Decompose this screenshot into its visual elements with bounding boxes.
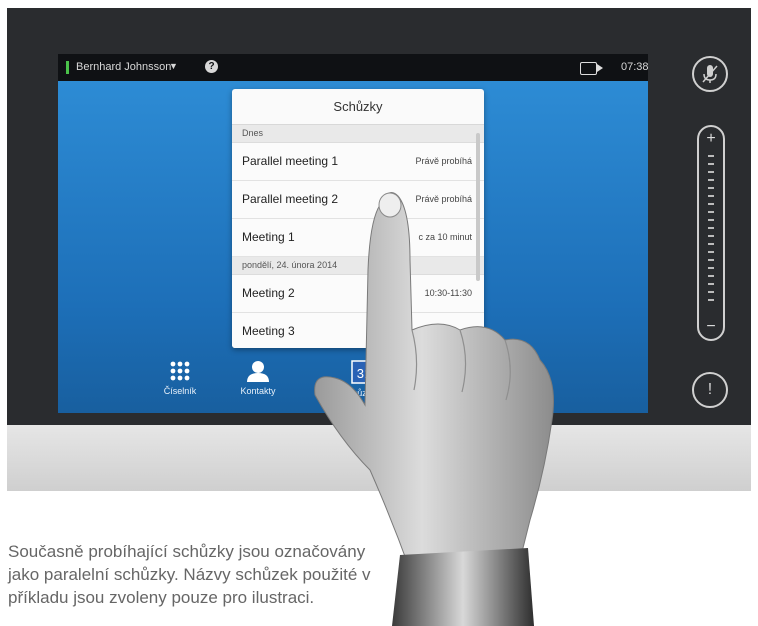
meeting-status: Právě probíhá bbox=[415, 194, 472, 204]
volume-tick bbox=[708, 179, 714, 181]
volume-tick bbox=[708, 219, 714, 221]
meeting-row[interactable]: Meeting 1 c za 10 minut bbox=[232, 219, 484, 257]
chevron-down-icon[interactable]: ▼ bbox=[169, 61, 178, 71]
caption-clip: Současně probíhající schůzky jsou označo… bbox=[0, 540, 420, 626]
meeting-name: Meeting 2 bbox=[242, 286, 295, 300]
volume-tick bbox=[708, 187, 714, 189]
volume-tick bbox=[708, 251, 714, 253]
volume-tick bbox=[708, 171, 714, 173]
section-header: Dnes bbox=[232, 125, 484, 143]
mute-microphone-button[interactable] bbox=[692, 56, 728, 92]
calendar-icon: 31 bbox=[351, 360, 377, 384]
contacts-label: Kontakty bbox=[240, 386, 276, 396]
dialer-button[interactable]: Číselník bbox=[140, 360, 220, 396]
meeting-row[interactable]: Parallel meeting 2 Právě probíhá bbox=[232, 181, 484, 219]
calendar-day: 31 bbox=[357, 366, 371, 381]
volume-tick bbox=[708, 291, 714, 293]
alert-button[interactable]: ! bbox=[692, 372, 728, 408]
contacts-button[interactable]: Kontakty bbox=[218, 360, 298, 396]
section-header: pondělí, 24. února 2014 bbox=[232, 257, 484, 275]
volume-slider[interactable]: + − bbox=[697, 125, 725, 341]
microphone-muted-icon bbox=[702, 65, 718, 83]
volume-tick bbox=[708, 195, 714, 197]
meetings-dialog: Schůzky Dnes Parallel meeting 1 Právě pr… bbox=[232, 89, 484, 348]
touch-screen: Bernhard Johnsson ▼ ? 07:38 Schůzky Dnes… bbox=[58, 54, 648, 413]
meeting-name: Parallel meeting 1 bbox=[242, 154, 339, 168]
clock: 07:38 bbox=[621, 61, 648, 73]
meeting-status: 10:30-11:30 bbox=[424, 288, 472, 298]
volume-up-icon[interactable]: + bbox=[699, 131, 723, 147]
volume-tick bbox=[708, 227, 714, 229]
meeting-status: c za 10 minut bbox=[418, 232, 472, 242]
meeting-row[interactable]: Meeting 2 10:30-11:30 bbox=[232, 275, 484, 313]
dialog-title: Schůzky bbox=[232, 89, 484, 125]
keypad-icon bbox=[170, 361, 190, 381]
caption-text: Současně probíhající schůzky jsou označo… bbox=[8, 542, 371, 607]
volume-tick bbox=[708, 275, 714, 277]
volume-down-icon[interactable]: − bbox=[699, 319, 723, 335]
alert-icon: ! bbox=[707, 381, 713, 398]
meeting-name: Meeting 3 bbox=[242, 324, 295, 338]
meeting-name: Meeting 1 bbox=[242, 230, 295, 244]
dialer-label: Číselník bbox=[163, 386, 197, 396]
help-icon[interactable]: ? bbox=[205, 60, 218, 73]
meeting-name: Parallel meeting 2 bbox=[242, 192, 339, 206]
device-base bbox=[7, 425, 751, 491]
meeting-row[interactable]: Meeting 3 bbox=[232, 313, 484, 348]
volume-tick bbox=[708, 267, 714, 269]
volume-tick bbox=[708, 259, 714, 261]
camera-icon[interactable] bbox=[580, 62, 603, 75]
volume-tick bbox=[708, 203, 714, 205]
status-bar: Bernhard Johnsson ▼ ? 07:38 bbox=[58, 54, 648, 81]
meetings-button[interactable]: 31 hůzky bbox=[324, 360, 404, 398]
meeting-status: Právě probíhá bbox=[415, 156, 472, 166]
user-name[interactable]: Bernhard Johnsson bbox=[76, 61, 171, 73]
volume-tick bbox=[708, 235, 714, 237]
brand-logo: CIS bbox=[373, 438, 399, 450]
meetings-label: hůzky bbox=[352, 388, 376, 398]
person-icon bbox=[247, 361, 269, 382]
volume-tick bbox=[708, 211, 714, 213]
volume-tick bbox=[708, 283, 714, 285]
volume-tick bbox=[708, 243, 714, 245]
volume-tick bbox=[708, 155, 714, 157]
volume-tick bbox=[708, 299, 714, 301]
presence-indicator bbox=[66, 61, 69, 74]
meeting-row[interactable]: Parallel meeting 1 Právě probíhá bbox=[232, 143, 484, 181]
volume-tick bbox=[708, 163, 714, 165]
scrollbar[interactable] bbox=[476, 133, 480, 281]
